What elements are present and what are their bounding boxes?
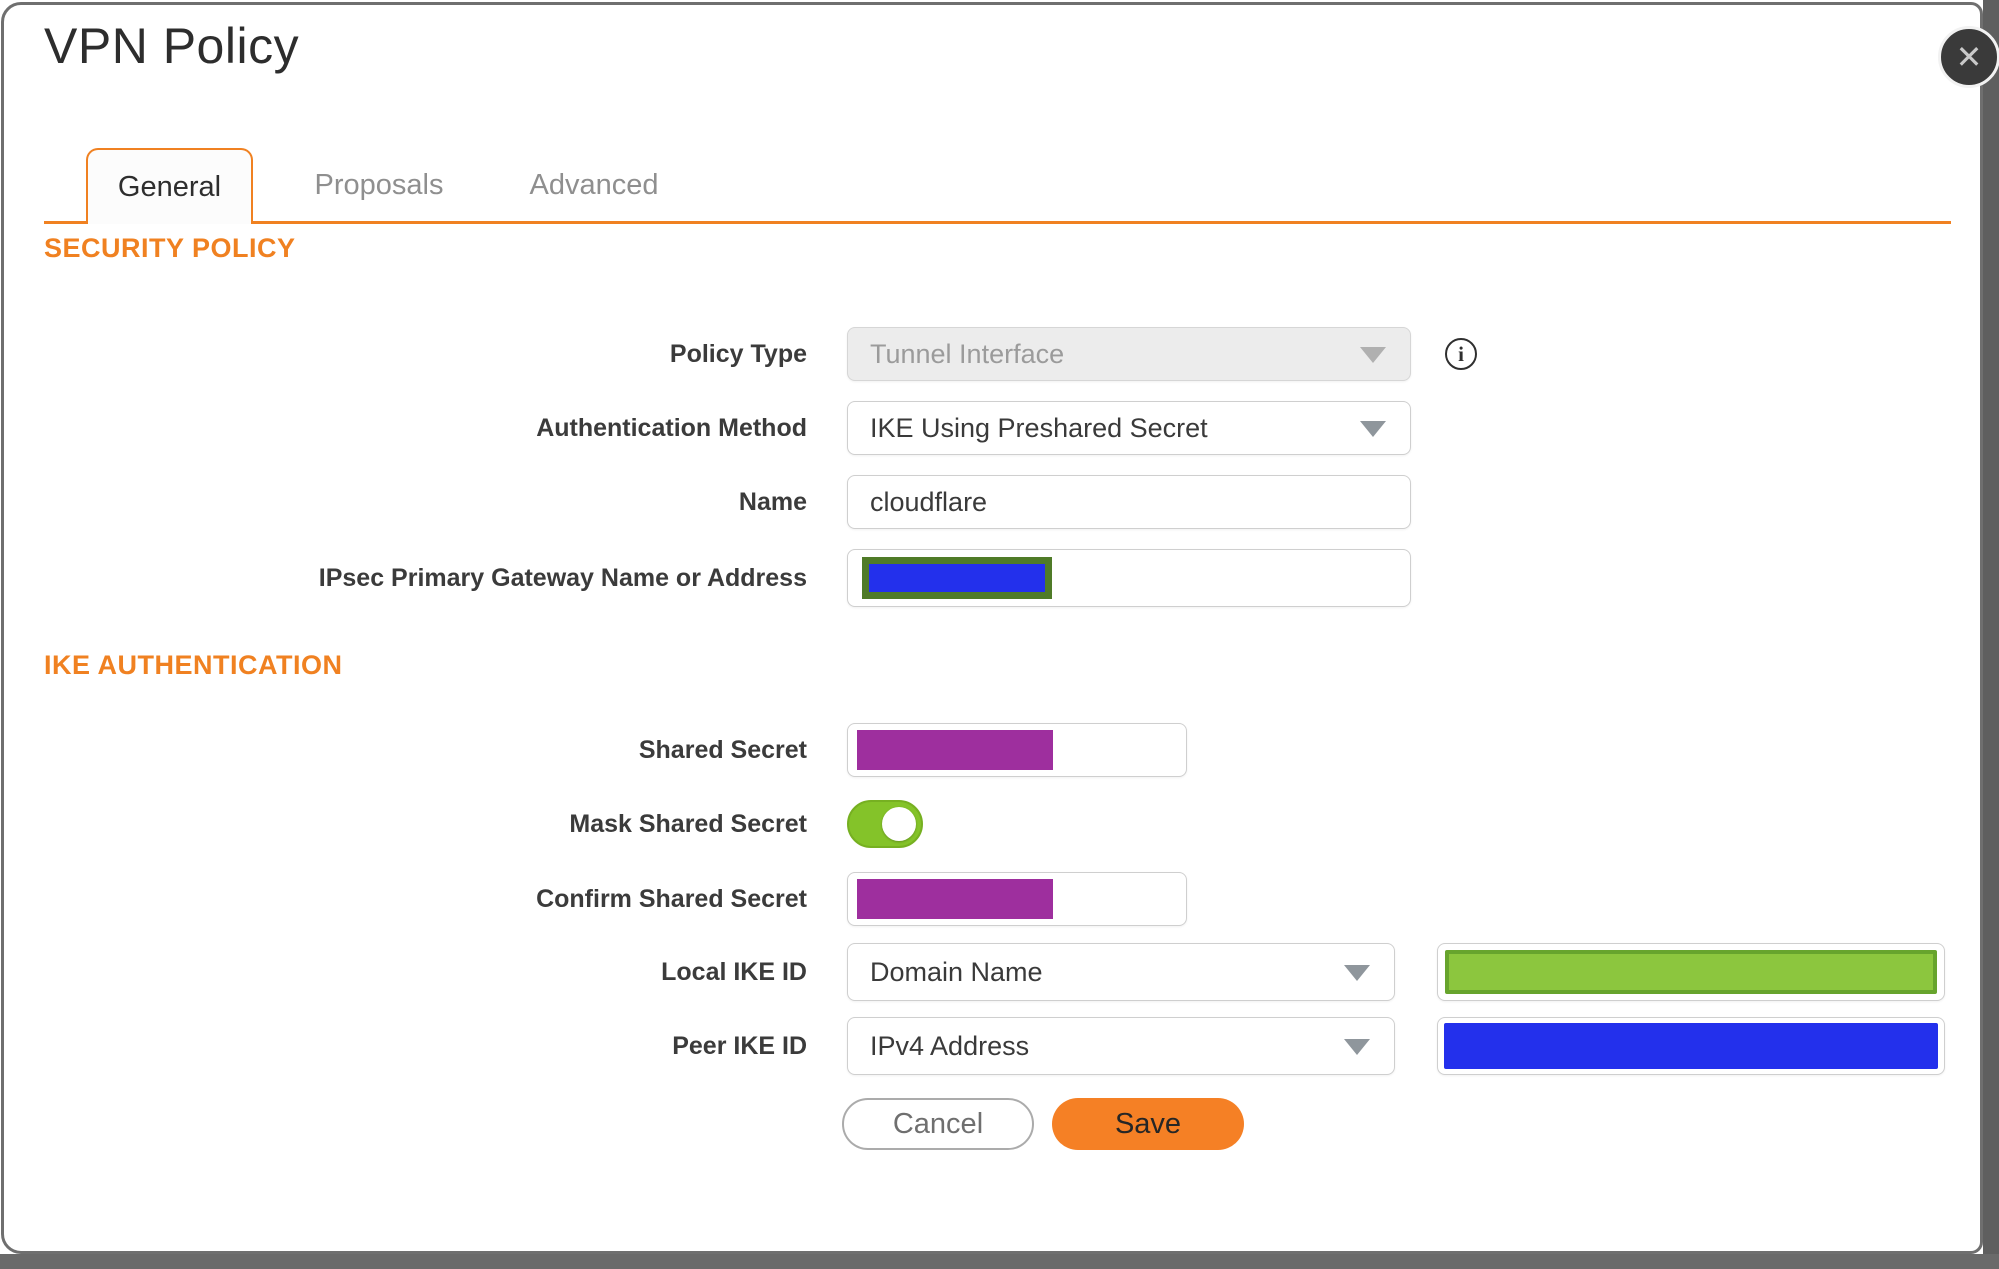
local-ike-id-select[interactable]: Domain Name: [847, 943, 1395, 1001]
close-icon: ✕: [1955, 39, 1983, 75]
mask-shared-secret-row: Mask Shared Secret: [4, 800, 1986, 848]
mask-shared-secret-toggle[interactable]: [847, 800, 923, 848]
redaction-box-blue: [862, 557, 1052, 599]
peer-ike-id-input[interactable]: [1437, 1017, 1945, 1075]
chevron-down-icon: [1344, 1039, 1370, 1055]
gateway-row: IPsec Primary Gateway Name or Address: [4, 549, 1986, 607]
chevron-down-icon: [1344, 965, 1370, 981]
section-security-policy: SECURITY POLICY: [44, 233, 296, 263]
peer-ike-id-row: Peer IKE ID IPv4 Address: [4, 1017, 1986, 1075]
save-button[interactable]: Save: [1052, 1098, 1244, 1150]
close-button[interactable]: ✕: [1938, 26, 1999, 88]
action-buttons: Cancel Save: [4, 1098, 1986, 1150]
auth-method-label: Authentication Method: [536, 413, 807, 442]
auth-method-row: Authentication Method IKE Using Preshare…: [4, 401, 1986, 455]
policy-type-select: Tunnel Interface: [847, 327, 1411, 381]
page-title: VPN Policy: [44, 18, 300, 74]
cancel-button[interactable]: Cancel: [842, 1098, 1034, 1150]
name-input[interactable]: cloudflare: [847, 475, 1411, 529]
confirm-shared-secret-input[interactable]: [847, 872, 1187, 926]
tab-underline: [44, 221, 1951, 224]
info-icon[interactable]: i: [1445, 338, 1477, 370]
tab-advanced[interactable]: Advanced: [509, 160, 679, 210]
policy-type-label: Policy Type: [669, 339, 807, 368]
backdrop-strip-right: [1983, 0, 1999, 1269]
gateway-label: IPsec Primary Gateway Name or Address: [318, 563, 807, 592]
shared-secret-label: Shared Secret: [638, 735, 807, 764]
tab-proposals[interactable]: Proposals: [294, 160, 464, 210]
peer-ike-id-select[interactable]: IPv4 Address: [847, 1017, 1395, 1075]
local-ike-id-type: Domain Name: [870, 956, 1043, 987]
auth-method-value: IKE Using Preshared Secret: [870, 412, 1208, 443]
auth-method-select[interactable]: IKE Using Preshared Secret: [847, 401, 1411, 455]
redaction-box-blue: [1444, 1023, 1938, 1069]
chevron-down-icon: [1360, 347, 1386, 363]
name-row: Name cloudflare: [4, 475, 1986, 529]
tab-general-label: General: [117, 170, 222, 203]
peer-ike-id-label: Peer IKE ID: [672, 1031, 807, 1060]
redaction-box-purple: [857, 879, 1053, 919]
local-ike-id-label: Local IKE ID: [661, 957, 807, 986]
confirm-shared-secret-row: Confirm Shared Secret: [4, 872, 1986, 926]
confirm-shared-secret-label: Confirm Shared Secret: [536, 884, 807, 913]
vpn-policy-dialog: VPN Policy General Proposals Advanced SE…: [1, 2, 1983, 1254]
shared-secret-row: Shared Secret: [4, 723, 1986, 777]
gateway-input[interactable]: [847, 549, 1411, 607]
mask-shared-secret-label: Mask Shared Secret: [569, 809, 807, 838]
chevron-down-icon: [1360, 421, 1386, 437]
shared-secret-input[interactable]: [847, 723, 1187, 777]
policy-type-value: Tunnel Interface: [870, 338, 1065, 369]
backdrop-strip-bottom: [0, 1254, 1999, 1269]
peer-ike-id-type: IPv4 Address: [870, 1030, 1030, 1061]
screen: VPN Policy General Proposals Advanced SE…: [0, 0, 1999, 1269]
toggle-knob: [882, 807, 916, 841]
name-label: Name: [738, 487, 807, 516]
local-ike-id-input[interactable]: [1437, 943, 1945, 1001]
tab-general[interactable]: General: [86, 148, 253, 224]
redaction-box-purple: [857, 730, 1053, 770]
redaction-box-green: [1445, 950, 1937, 994]
section-ike-authentication: IKE AUTHENTICATION: [44, 650, 343, 680]
policy-type-row: Policy Type Tunnel Interface i: [4, 327, 1986, 381]
local-ike-id-row: Local IKE ID Domain Name: [4, 943, 1986, 1001]
name-value: cloudflare: [870, 486, 988, 517]
